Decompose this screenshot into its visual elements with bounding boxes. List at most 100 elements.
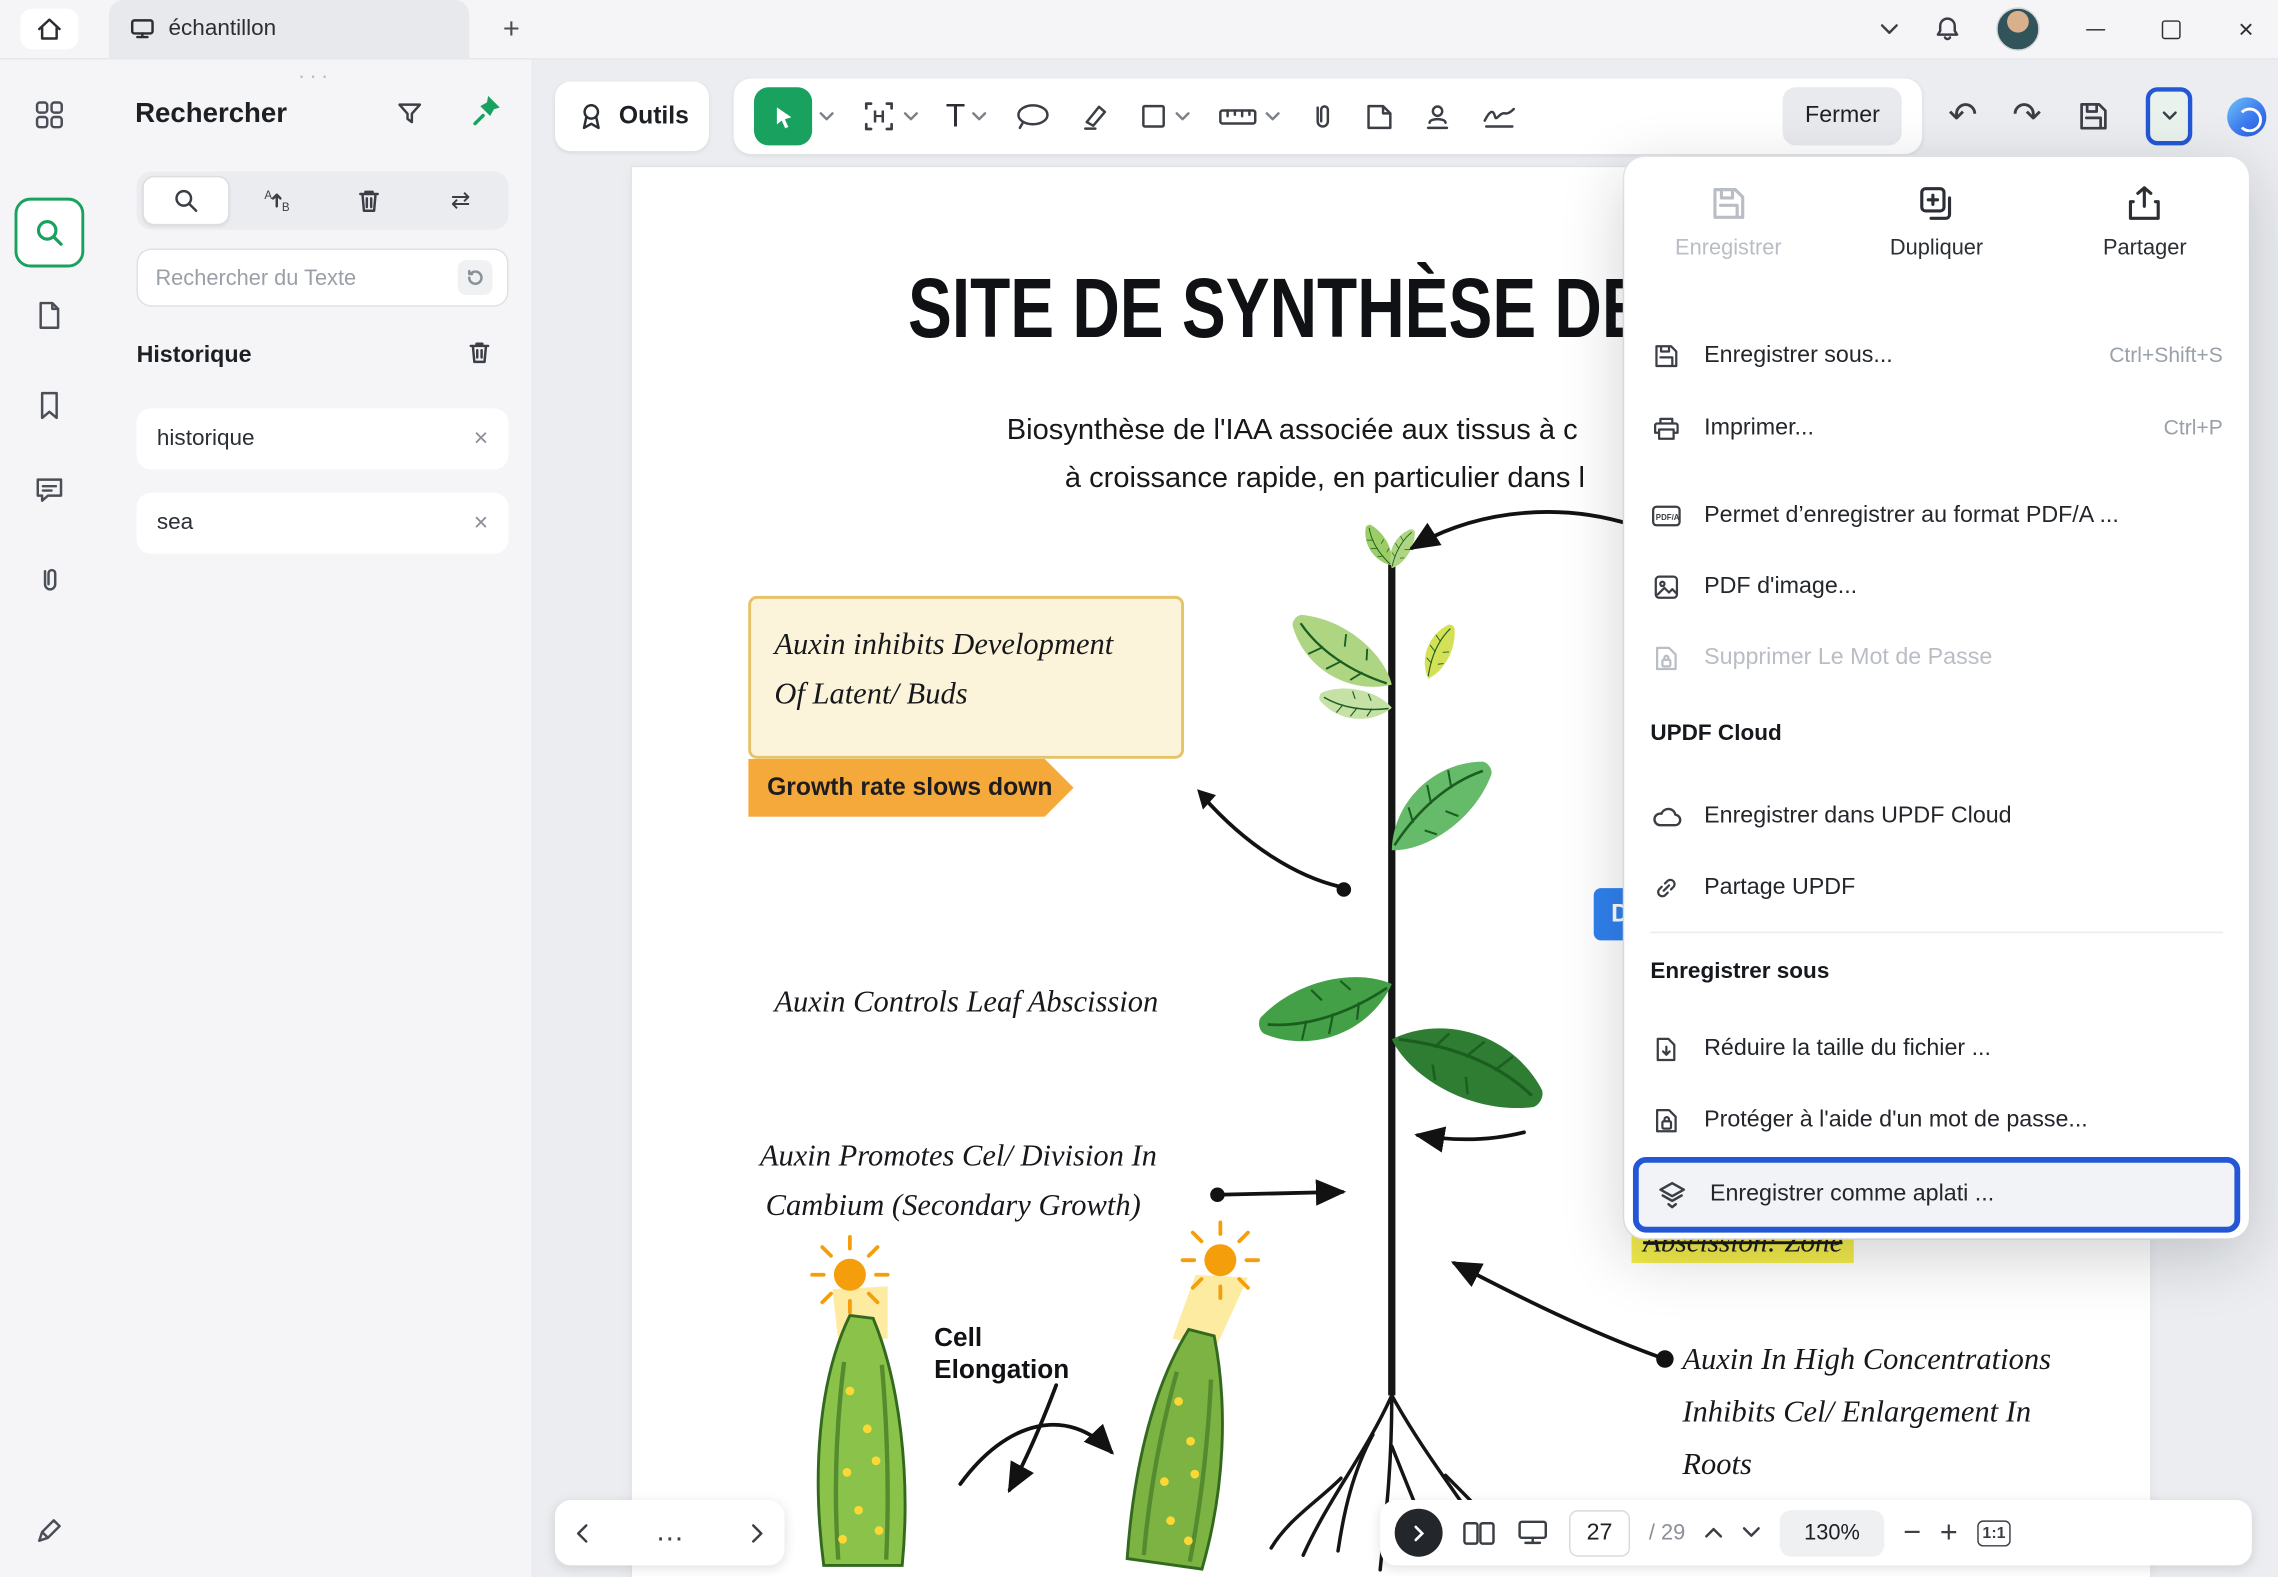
menu-item-pdfa[interactable]: PDF/A Permet d’enregistrer au format PDF… <box>1624 484 2249 548</box>
reading-mode-button[interactable] <box>1515 1519 1550 1547</box>
measure-tool-button[interactable] <box>1218 105 1259 128</box>
clear-history-icon[interactable] <box>465 337 494 366</box>
menu-item-label: Protéger à l'aide d'un mot de passe... <box>1704 1108 2088 1134</box>
cloud-icon <box>1650 804 1682 830</box>
select-tool-button[interactable] <box>754 87 812 145</box>
remove-history-icon[interactable]: × <box>474 509 488 538</box>
search-input[interactable] <box>153 264 458 292</box>
crop-tool-button[interactable]: H <box>862 99 897 134</box>
close-button[interactable]: × <box>2226 9 2267 50</box>
measure-tool-chevron-icon[interactable] <box>1266 111 1281 121</box>
highlighter-tool-button[interactable] <box>1080 100 1112 132</box>
search-mode-buttons: AB ⇄ <box>137 172 509 230</box>
redo-button[interactable]: ↷ <box>2012 99 2041 134</box>
menu-item-print[interactable]: Imprimer... Ctrl+P <box>1624 397 2249 461</box>
pen-tool-icon[interactable] <box>33 1515 65 1547</box>
callout-line2: Of Latent/ Buds <box>774 669 1158 718</box>
pages-panel-icon[interactable] <box>33 299 65 331</box>
next-page-chevron-button[interactable] <box>1742 1526 1761 1539</box>
history-item[interactable]: sea × <box>137 493 509 554</box>
filter-funnel-icon[interactable] <box>395 99 424 128</box>
titlebar-chevron-down-icon[interactable] <box>1880 23 1899 36</box>
home-button[interactable] <box>20 9 78 50</box>
signature-tool-button[interactable] <box>1481 102 1519 131</box>
apps-grid-icon[interactable] <box>33 99 65 131</box>
panel-drag-handle[interactable]: ··· <box>99 64 532 89</box>
maximize-button[interactable] <box>2150 9 2191 50</box>
menu-item-remove-password: Supprimer Le Mot de Passe <box>1624 626 2249 690</box>
titlebar: échantillon + × <box>0 0 2278 60</box>
note-cambium-line2: Cambium (Secondary Growth) <box>766 1188 1141 1224</box>
menu-item-protect-password[interactable]: Protéger à l'aide d'un mot de passe... <box>1624 1089 2249 1153</box>
menu-item-label: Enregistrer dans UPDF Cloud <box>1704 804 2011 830</box>
tab-title: échantillon <box>169 16 277 42</box>
svg-text:PDF/A: PDF/A <box>1656 513 1680 522</box>
menu-item-updf-share[interactable]: Partage UPDF <box>1624 856 2249 920</box>
history-item-label: sea <box>157 510 193 536</box>
menu-item-reduce-size[interactable]: Réduire la taille du fichier ... <box>1624 1017 2249 1081</box>
actual-size-button[interactable]: 1:1 <box>1977 1520 2012 1546</box>
page-number-input[interactable]: 27 <box>1569 1509 1630 1556</box>
shape-tool-button[interactable] <box>1140 102 1169 131</box>
stamp-tool-button[interactable] <box>1423 101 1454 132</box>
comments-panel-icon[interactable] <box>33 474 65 506</box>
annotation-callout[interactable]: Auxin inhibits Development Of Latent/ Bu… <box>748 596 1184 759</box>
history-item[interactable]: historique × <box>137 408 509 469</box>
text-search-mode-button[interactable] <box>142 176 229 225</box>
ai-assistant-icon[interactable] <box>2227 97 2266 136</box>
menu-section-updf-cloud: UPDF Cloud <box>1650 721 1781 747</box>
menu-item-pdf-image[interactable]: PDF d'image... <box>1624 555 2249 619</box>
pin-icon[interactable] <box>471 93 503 128</box>
comment-tool-button[interactable] <box>1015 102 1053 131</box>
attachments-panel-icon[interactable] <box>35 564 64 596</box>
search-tool-active[interactable] <box>15 198 85 268</box>
search-icon <box>173 188 199 214</box>
zoom-level[interactable]: 130% <box>1780 1509 1885 1556</box>
menu-item-save-flattened[interactable]: Enregistrer comme aplati ... <box>1633 1157 2240 1233</box>
callout-tag[interactable]: Growth rate slows down <box>748 759 1073 817</box>
more-pages-button[interactable]: … <box>655 1516 684 1549</box>
replace-button[interactable]: ⇄ <box>418 177 502 224</box>
menu-item-label: PDF d'image... <box>1704 574 1857 600</box>
user-avatar[interactable] <box>1996 7 2040 51</box>
menu-action-share[interactable]: Partager <box>2041 183 2249 260</box>
tools-button[interactable]: Outils <box>555 81 709 151</box>
shape-tool-chevron-icon[interactable] <box>1176 111 1191 121</box>
next-page-button[interactable] <box>751 1523 764 1543</box>
prev-page-button[interactable] <box>575 1523 588 1543</box>
undo-button[interactable]: ↶ <box>1948 99 1977 134</box>
menu-item-save-to-cloud[interactable]: Enregistrer dans UPDF Cloud <box>1624 785 2249 849</box>
document-tab[interactable]: échantillon <box>109 0 469 58</box>
expand-controls-button[interactable] <box>1395 1509 1443 1557</box>
zoom-in-button[interactable]: + <box>1940 1517 1958 1548</box>
zoom-out-button[interactable]: − <box>1903 1517 1921 1548</box>
select-tool-chevron-icon[interactable] <box>819 111 834 121</box>
close-tools-button[interactable]: Fermer <box>1783 87 1901 145</box>
bookmark-panel-icon[interactable] <box>35 390 64 422</box>
note-roots-line1: Auxin In High Concentrations <box>1682 1342 2051 1378</box>
delete-results-button[interactable] <box>327 177 411 224</box>
menu-item-label: Réduire la taille du fichier ... <box>1704 1036 1991 1062</box>
search-icon <box>33 217 65 249</box>
remove-history-icon[interactable]: × <box>474 424 488 453</box>
trash-icon <box>356 188 382 214</box>
minimize-button[interactable] <box>2075 9 2116 50</box>
text-tool-button[interactable]: T <box>946 100 966 132</box>
notifications-bell-icon[interactable] <box>1934 15 1962 44</box>
menu-action-save: Enregistrer <box>1624 183 1832 260</box>
search-reset-icon[interactable] <box>458 260 493 295</box>
sticker-tool-button[interactable] <box>1365 101 1396 132</box>
new-tab-button[interactable]: + <box>491 9 532 50</box>
sort-az-button[interactable]: AB <box>236 177 320 224</box>
menu-action-duplicate[interactable]: Dupliquer <box>1832 183 2040 260</box>
previous-page-chevron-button[interactable] <box>1704 1526 1723 1539</box>
annotation-toolbar: H T <box>734 78 1922 154</box>
attach-file-tool-button[interactable] <box>1308 100 1337 132</box>
text-tool-chevron-icon[interactable] <box>973 111 988 121</box>
crop-tool-chevron-icon[interactable] <box>904 111 919 121</box>
menu-item-save-as[interactable]: Enregistrer sous... Ctrl+Shift+S <box>1624 324 2249 388</box>
page-layout-button[interactable] <box>1462 1520 1497 1546</box>
save-dropdown-button[interactable] <box>2146 87 2192 145</box>
save-button[interactable] <box>2076 99 2111 134</box>
cursor-icon <box>769 102 797 130</box>
